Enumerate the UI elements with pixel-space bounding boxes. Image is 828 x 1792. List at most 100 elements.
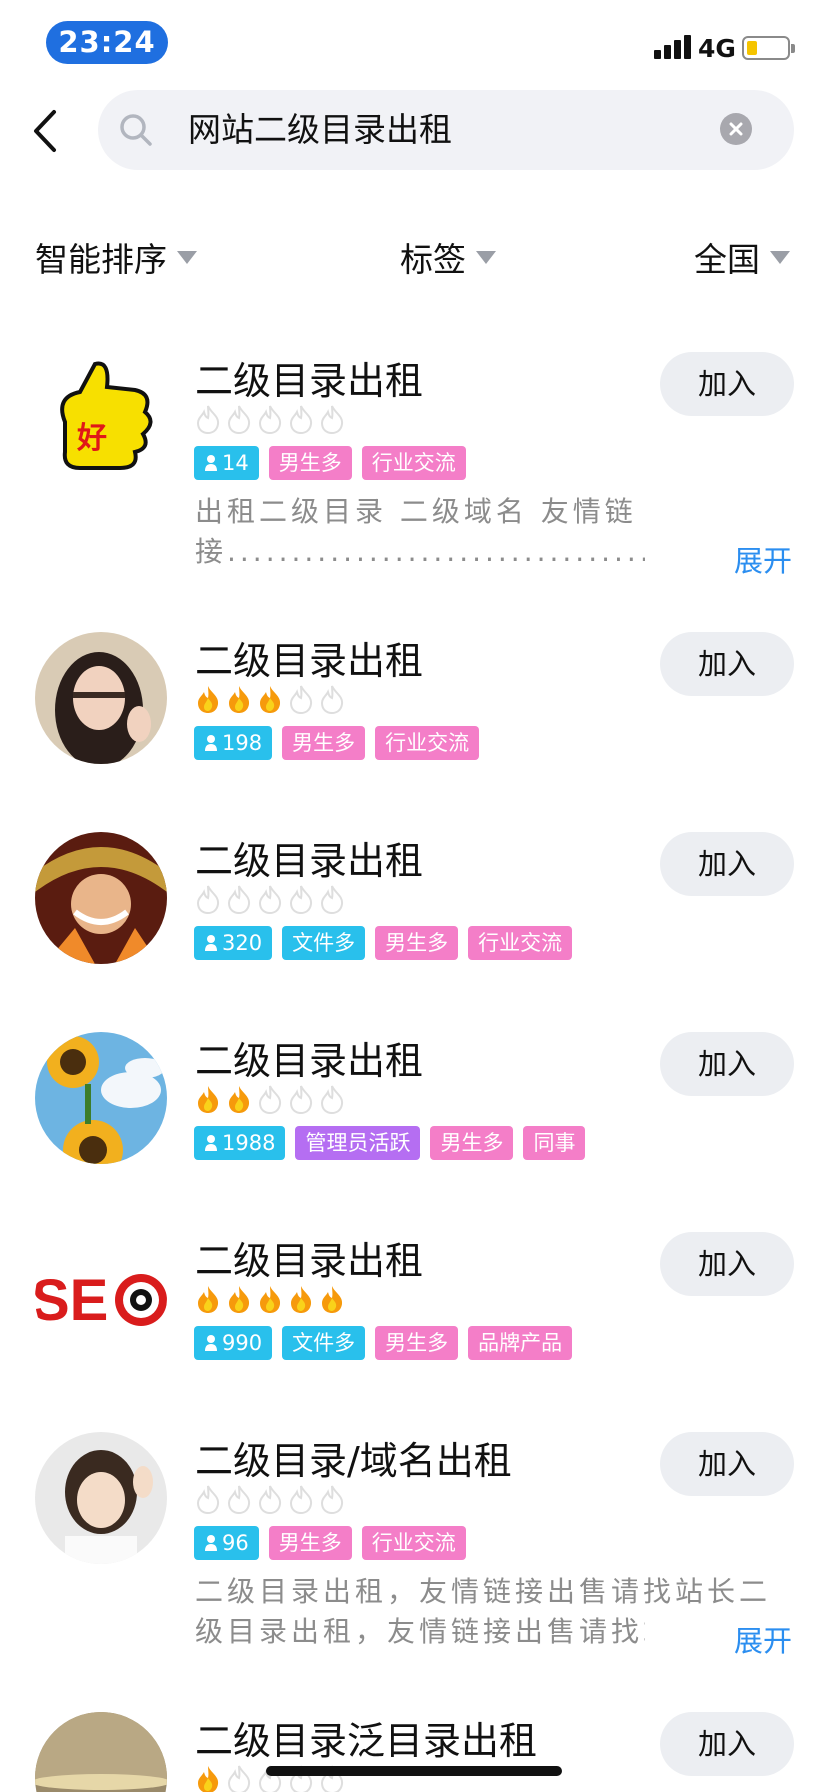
battery-tip (791, 44, 795, 53)
flame-active-icon (193, 1764, 224, 1792)
flame-inactive-icon (224, 1764, 255, 1792)
tag-badge: 文件多 (282, 1326, 366, 1360)
tag-badge: 男生多 (375, 926, 459, 960)
clear-icon (729, 122, 743, 136)
member-count-badge: 320 (194, 926, 273, 960)
flame-inactive-icon (255, 1484, 286, 1515)
sunflower-avatar[interactable] (35, 1032, 167, 1164)
flame-active-icon (224, 684, 255, 714)
expand-link[interactable]: 展开 (734, 1618, 792, 1660)
tag-badge: 男生多 (282, 726, 366, 760)
flame-inactive-icon (317, 1084, 348, 1115)
tag-badge: 男生多 (430, 1126, 514, 1160)
status-time: 23:24 (46, 21, 168, 64)
member-count: 1988 (222, 1131, 276, 1155)
result-item[interactable]: 二级目录出租 1988 管理员活跃 男生多 同事 加入 (0, 1010, 828, 1210)
join-button[interactable]: 加入 (660, 832, 794, 896)
result-title: 二级目录出租 (195, 639, 424, 683)
filter-sort[interactable]: 智能排序 (35, 232, 197, 282)
flame-inactive-icon (317, 684, 348, 715)
member-count: 320 (222, 931, 263, 955)
description-line: 级目录出租，友情链接出售请找站长 (195, 1615, 645, 1648)
flame-inactive-icon (317, 1484, 348, 1515)
tag-row: 14 男生多 行业交流 (194, 446, 476, 480)
flame-inactive-icon (286, 684, 317, 715)
join-button[interactable]: 加入 (660, 1032, 794, 1096)
flame-inactive-icon (255, 884, 286, 915)
member-count-badge: 1988 (194, 1126, 286, 1160)
tag-badge: 文件多 (282, 926, 366, 960)
filter-region[interactable]: 全国 (694, 232, 790, 282)
search-query[interactable]: 网站二级目录出租 (188, 108, 452, 152)
seo-logo-avatar[interactable]: SE (35, 1232, 167, 1364)
member-count: 14 (222, 451, 249, 475)
join-button[interactable]: 加入 (660, 632, 794, 696)
flame-active-icon (224, 1084, 255, 1114)
flame-inactive-icon (193, 1484, 224, 1515)
flame-active-icon (255, 684, 286, 714)
cellular-signal-icon (654, 35, 692, 59)
result-title: 二级目录泛目录出租 (195, 1719, 538, 1763)
girl-portrait-avatar[interactable] (35, 632, 167, 764)
svg-text:SE: SE (35, 1268, 108, 1333)
expand-link[interactable]: 展开 (734, 538, 792, 580)
status-bar: 23:24 4G (0, 0, 828, 80)
filter-tags[interactable]: 标签 (400, 232, 496, 282)
member-count-badge: 198 (194, 726, 273, 760)
join-button[interactable]: 加入 (660, 1712, 794, 1776)
member-count-badge: 14 (194, 446, 259, 480)
tag-badge: 行业交流 (361, 1526, 466, 1560)
result-item[interactable]: 二级目录出租 320 文件多 男生多 行业交流 加入 (0, 810, 828, 1010)
member-count-badge: 96 (194, 1526, 259, 1560)
back-button[interactable] (26, 106, 66, 156)
tag-badge: 男生多 (375, 1326, 459, 1360)
result-description: 出租二级目录 二级域名 友情链 接........................… (195, 492, 793, 572)
dropdown-triangle-icon (476, 250, 496, 264)
flame-active-icon (286, 1284, 317, 1314)
search-input[interactable]: 网站二级目录出租 (98, 90, 794, 170)
result-item[interactable]: 二级目录泛目录出租 加入 (0, 1690, 828, 1792)
flame-inactive-icon (255, 1084, 286, 1115)
join-button[interactable]: 加入 (660, 1232, 794, 1296)
flame-active-icon (193, 1284, 224, 1314)
result-title: 二级目录出租 (195, 1039, 424, 1083)
flame-inactive-icon (286, 404, 317, 435)
result-title: 二级目录/域名出租 (195, 1439, 512, 1483)
result-item[interactable]: SE 二级目录出租 990 文件多 男生多 品牌产品 加入 (0, 1210, 828, 1410)
activity-rating (193, 404, 348, 435)
result-item[interactable]: 好 二级目录出租 14 男生多 行业交流 出租二级目录 二级域名 友情链 接........… (0, 330, 828, 578)
flame-inactive-icon (286, 884, 317, 915)
result-description: 二级目录出租，友情链接出售请找站长二级目录出租，友情链接出售请找站长 (195, 1572, 793, 1652)
thumbs-up-avatar[interactable]: 好 (35, 352, 167, 484)
dropdown-triangle-icon (177, 250, 197, 264)
activity-rating (193, 1084, 348, 1115)
tag-row: 198 男生多 行业交流 (194, 726, 489, 760)
filter-sort-label: 智能排序 (35, 240, 167, 279)
clear-button[interactable] (720, 113, 752, 145)
flame-active-icon (224, 1284, 255, 1314)
activity-rating (193, 684, 348, 715)
member-count: 990 (222, 1331, 263, 1355)
join-button[interactable]: 加入 (660, 1432, 794, 1496)
member-count: 198 (222, 731, 263, 755)
sunset-avatar[interactable] (35, 1712, 167, 1792)
dropdown-triangle-icon (770, 250, 790, 264)
flame-inactive-icon (193, 404, 224, 435)
home-indicator (266, 1766, 562, 1776)
member-count: 96 (222, 1531, 249, 1555)
anime-character-avatar[interactable] (35, 832, 167, 964)
result-item[interactable]: 二级目录出租 198 男生多 行业交流 加入 (0, 610, 828, 810)
flame-inactive-icon (255, 404, 286, 435)
description-line: 出租二级目录 二级域名 友情链 (195, 495, 637, 528)
girl-peace-sign-avatar[interactable] (35, 1432, 167, 1564)
filter-region-label: 全国 (694, 240, 760, 279)
flame-active-icon (317, 1284, 348, 1314)
search-icon (120, 114, 152, 146)
chevron-left-icon (34, 110, 56, 152)
tag-badge: 男生多 (268, 446, 352, 480)
flame-active-icon (255, 1284, 286, 1314)
tag-row: 320 文件多 男生多 行业交流 (194, 926, 582, 960)
join-button[interactable]: 加入 (660, 352, 794, 416)
result-item[interactable]: 二级目录/域名出租 96 男生多 行业交流 二级目录出租，友情链接出售请找站长二 级目录出… (0, 1410, 828, 1658)
tag-row: 990 文件多 男生多 品牌产品 (194, 1326, 582, 1360)
